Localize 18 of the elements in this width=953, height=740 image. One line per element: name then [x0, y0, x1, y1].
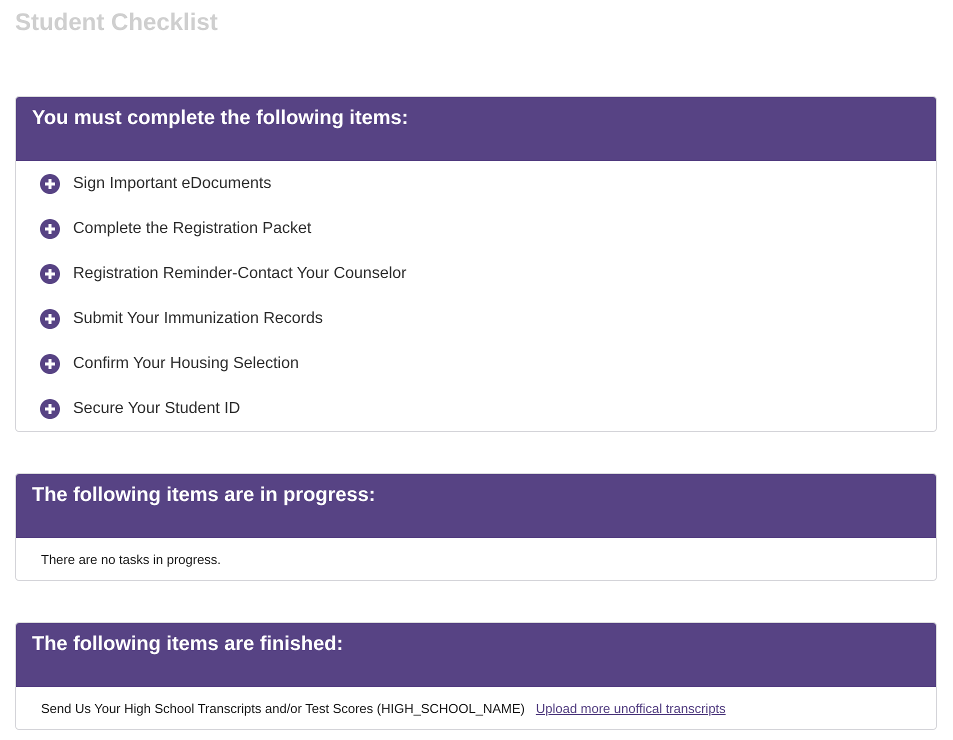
task-label: Submit Your Immunization Records: [73, 310, 323, 328]
upload-link[interactable]: Upload more unoffical transcripts: [536, 700, 726, 716]
task-label: Confirm Your Housing Selection: [73, 354, 299, 372]
plus-circle-icon[interactable]: [40, 398, 60, 418]
task-label: Secure Your Student ID: [73, 400, 240, 418]
task-label: Sign Important eDocuments: [73, 174, 272, 192]
panel-title: The following items are in progress:: [32, 484, 376, 507]
finished-task-label: Send Us Your High School Transcripts and/or Test Scores (HIGH_SCHOOL_NAME): [41, 700, 525, 716]
plus-circle-icon[interactable]: [40, 308, 60, 328]
plus-circle-icon[interactable]: [40, 218, 60, 238]
panel-title: You must complete the following items:: [32, 107, 408, 130]
plus-circle-icon[interactable]: [40, 354, 60, 374]
plus-circle-icon[interactable]: [40, 264, 60, 284]
plus-circle-icon[interactable]: [40, 174, 60, 194]
task-label: Complete the Registration Packet: [73, 220, 312, 238]
task-label: Registration Reminder-Contact Your Counselor: [73, 264, 407, 282]
empty-message: There are no tasks in progress.: [41, 552, 221, 566]
panel-title: The following items are finished:: [32, 633, 344, 656]
